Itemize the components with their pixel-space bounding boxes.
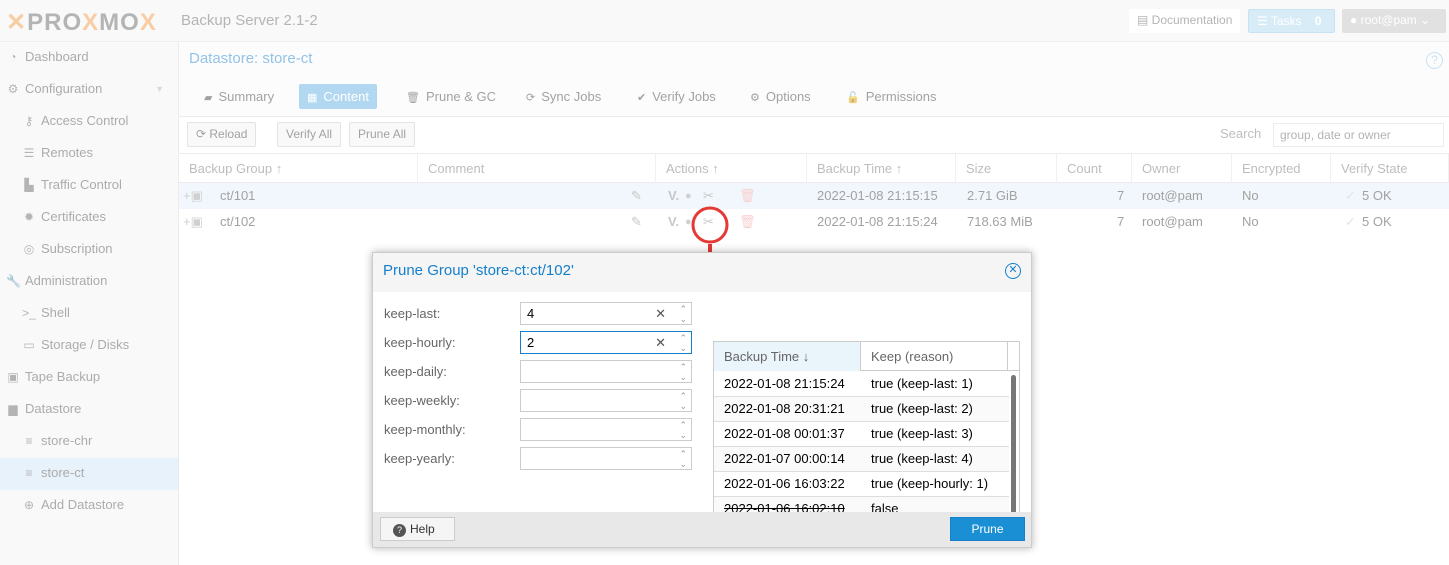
field-label: keep-yearly: [384,451,455,466]
keep-yearly-input[interactable]: ⌃ ⌄ [520,447,692,470]
spinner-icon[interactable]: ⌃ ⌄ [679,419,687,440]
preview-row[interactable]: 2022-01-08 20:31:21 true (keep-last: 2) [714,397,1009,422]
scrollbar[interactable] [1011,375,1016,528]
spinner-icon[interactable]: ⌃ ⌄ [679,361,687,382]
field-value: 4 [527,306,535,321]
preview-row[interactable]: 2022-01-06 16:03:22 true (keep-hourly: 1) [714,472,1009,497]
keep-last-input[interactable]: 4 ✕ ⌃ ⌄ [520,302,692,325]
preview-row[interactable]: 2022-01-08 21:15:24 true (keep-last: 1) [714,372,1009,397]
keep-weekly-input[interactable]: ⌃ ⌄ [520,389,692,412]
help-button[interactable]: ? Help [380,517,455,541]
field-label: keep-hourly: [384,335,456,350]
dialog-title: Prune Group 'store-ct:ct/102' [383,262,574,279]
backup-time: 2022-01-08 21:15:24 [724,376,845,391]
keep-monthly-input[interactable]: ⌃ ⌄ [520,418,692,441]
keep-reason: true (keep-hourly: 1) [871,476,989,491]
column-backup-time[interactable]: Backup Time ↓ [714,342,861,371]
field-value: 2 [527,335,535,350]
backup-time: 2022-01-08 20:31:21 [724,401,845,416]
dialog-body: keep-last: 4 ✕ ⌃ ⌄ keep-hourly: 2 ✕ ⌃ ⌄ keep-daily… [373,292,1031,540]
clear-icon[interactable]: ✕ [655,332,666,353]
field-label: keep-weekly: [384,393,460,408]
backup-time: 2022-01-08 00:01:37 [724,426,845,441]
keep-reason: true (keep-last: 4) [871,451,973,466]
close-icon[interactable]: ✕ [1005,263,1021,279]
question-circle-icon: ? [393,524,406,537]
preview-header: Backup Time ↓ Keep (reason) [714,342,1019,371]
dialog-footer: ? Help Prune [373,512,1031,547]
spinner-icon[interactable]: ⌃ ⌄ [679,332,687,353]
column-keep-reason[interactable]: Keep (reason) [861,342,1008,371]
keep-hourly-input[interactable]: 2 ✕ ⌃ ⌄ [520,331,692,354]
keep-reason: true (keep-last: 3) [871,426,973,441]
backup-time: 2022-01-07 00:00:14 [724,451,845,466]
preview-row[interactable]: 2022-01-07 00:00:14 true (keep-last: 4) [714,447,1009,472]
field-label: keep-last: [384,306,441,321]
field-label: keep-daily: [384,364,447,379]
clear-icon[interactable]: ✕ [655,303,666,324]
prune-group-dialog: Prune Group 'store-ct:ct/102' ✕ keep-las… [372,252,1032,548]
keep-reason: true (keep-last: 1) [871,376,973,391]
spinner-icon[interactable]: ⌃ ⌄ [679,390,687,411]
spinner-icon[interactable]: ⌃ ⌄ [679,303,687,324]
highlight-circle [691,206,729,244]
spinner-icon[interactable]: ⌃ ⌄ [679,448,687,469]
keep-reason: true (keep-last: 2) [871,401,973,416]
field-label: keep-monthly: [384,422,466,437]
backup-time: 2022-01-06 16:03:22 [724,476,845,491]
preview-row[interactable]: 2022-01-08 00:01:37 true (keep-last: 3) [714,422,1009,447]
prune-button[interactable]: Prune [950,517,1025,541]
keep-daily-input[interactable]: ⌃ ⌄ [520,360,692,383]
prune-preview-grid: Backup Time ↓ Keep (reason) 2022-01-08 2… [713,341,1020,540]
